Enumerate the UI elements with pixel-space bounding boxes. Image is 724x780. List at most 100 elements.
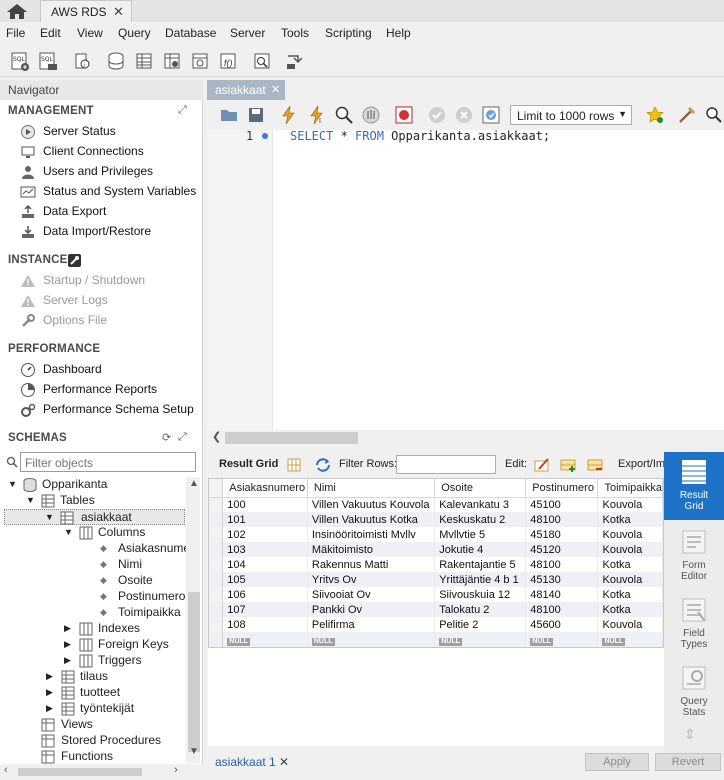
tree-node-tuotteet[interactable]: ▶ tuotteet xyxy=(46,685,186,701)
close-icon[interactable]: ✕ xyxy=(271,83,280,96)
chevron-right-icon[interactable]: ▶ xyxy=(64,639,71,650)
table-row[interactable]: 108 Pelifirma Pelitie 2 45600 Kouvola xyxy=(209,617,663,632)
scroll-up-icon[interactable]: ▲ xyxy=(189,478,199,489)
table-cell[interactable]: 45180 xyxy=(525,527,599,542)
scroll-down-icon[interactable]: ▼ xyxy=(189,746,199,757)
tree-node-functions[interactable]: Functions xyxy=(40,749,186,765)
reconnect-icon[interactable] xyxy=(284,50,304,72)
new-sql-tab-icon[interactable]: SQL xyxy=(10,50,30,72)
row-header[interactable] xyxy=(209,542,224,557)
tree-node-columns[interactable]: ▼ Columns xyxy=(64,525,184,541)
tree-node-opparikanta[interactable]: ▼ Opparikanta xyxy=(8,477,188,493)
menu-file[interactable]: File xyxy=(6,26,25,40)
row-header[interactable] xyxy=(209,602,224,617)
open-folder-icon[interactable] xyxy=(220,106,238,124)
scroll-left-icon[interactable]: ‹ xyxy=(4,764,8,776)
table-cell[interactable]: Siivooiat Ov xyxy=(307,587,436,602)
table-cell[interactable]: 107 xyxy=(222,602,308,617)
revert-button[interactable]: Revert xyxy=(655,753,721,771)
table-cell[interactable]: 48100 xyxy=(525,557,599,572)
chevron-right-icon[interactable]: ▶ xyxy=(46,687,53,698)
table-cell[interactable]: Kotka xyxy=(597,512,663,527)
chevron-right-icon[interactable]: ▶ xyxy=(46,671,53,682)
table-cell[interactable]: Mäkitoimisto xyxy=(307,542,436,557)
result-grid-label[interactable]: Result Grid xyxy=(219,458,278,470)
table-cell[interactable]: Kouvola xyxy=(597,527,663,542)
execute-current-icon[interactable]: I xyxy=(307,105,327,125)
scroll-left-icon[interactable]: ❮ xyxy=(212,430,221,443)
chevron-updown-icon[interactable]: ⇕ xyxy=(684,726,696,743)
table-cell[interactable]: 45600 xyxy=(525,617,599,632)
create-schema-icon[interactable] xyxy=(106,50,126,72)
sql-text[interactable]: SELECT * FROM Opparikanta.asiakkaat; xyxy=(290,129,550,143)
table-cell[interactable]: Kotka xyxy=(597,602,663,617)
chevron-right-icon[interactable]: ▶ xyxy=(64,655,71,666)
table-cell[interactable]: Kouvola xyxy=(597,572,663,587)
table-cell[interactable]: 45100 xyxy=(525,497,599,512)
table-cell[interactable]: Talokatu 2 xyxy=(434,602,527,617)
tree-node-triggers[interactable]: ▶ Triggers xyxy=(64,653,184,669)
table-cell[interactable]: 45130 xyxy=(525,572,599,587)
chevron-down-icon[interactable]: ▼ xyxy=(45,512,54,522)
table-cell[interactable]: 100 xyxy=(222,497,308,512)
menu-scripting[interactable]: Scripting xyxy=(325,26,372,40)
table-cell[interactable]: Jokutie 4 xyxy=(434,542,527,557)
row-header[interactable] xyxy=(209,617,224,632)
table-cell[interactable]: 108 xyxy=(222,617,308,632)
tree-node-tables[interactable]: ▼ Tables xyxy=(26,493,186,509)
execute-icon[interactable] xyxy=(279,105,299,125)
filter-objects-input[interactable] xyxy=(25,455,191,470)
expand-icon[interactable]: ⤢ xyxy=(178,431,187,444)
form-editor-side-button[interactable]: Form Editor xyxy=(664,522,724,588)
table-row[interactable]: 106 Siivooiat Ov Siivouskuia 12 48140 Kotka xyxy=(209,587,663,602)
search-table-data-icon[interactable] xyxy=(252,50,272,72)
add-snippet-icon[interactable] xyxy=(645,105,665,125)
chevron-right-icon[interactable]: ▶ xyxy=(64,623,71,634)
beautify-icon[interactable] xyxy=(677,105,697,125)
table-cell[interactable]: 48100 xyxy=(525,602,599,617)
row-header[interactable] xyxy=(209,572,224,587)
export-import-label[interactable]: Export/Import: xyxy=(618,458,664,470)
tree-column-item[interactable]: ◆ Nimi xyxy=(100,557,186,573)
tree-node-views[interactable]: Views xyxy=(40,717,186,733)
menu-database[interactable]: Database xyxy=(165,26,216,40)
apply-button[interactable]: Apply xyxy=(585,753,649,771)
table-cell[interactable]: Kouvola xyxy=(597,497,663,512)
refresh-icon[interactable] xyxy=(314,457,332,473)
chevron-down-icon[interactable]: ▼ xyxy=(26,495,35,505)
scroll-right-icon[interactable]: › xyxy=(174,764,178,776)
close-icon[interactable]: ✕ xyxy=(113,4,124,20)
tree-node-tilaus[interactable]: ▶ tilaus xyxy=(46,669,186,685)
query-stats-side-button[interactable]: Query Stats xyxy=(664,658,724,724)
chevron-right-icon[interactable]: ▶ xyxy=(46,703,53,714)
table-cell[interactable]: 48140 xyxy=(525,587,599,602)
menu-view[interactable]: View xyxy=(77,26,103,40)
table-cell[interactable]: Kotka xyxy=(597,557,663,572)
column-header[interactable]: Osoite xyxy=(434,479,527,498)
column-header[interactable]: Postinumero xyxy=(525,479,599,498)
menu-query[interactable]: Query xyxy=(118,26,151,40)
create-function-icon[interactable]: f() xyxy=(218,50,238,72)
commit-icon[interactable] xyxy=(427,105,447,125)
row-header[interactable] xyxy=(209,512,224,527)
delete-row-icon[interactable] xyxy=(586,456,604,474)
table-cell[interactable]: Insinööritoimisti Mvllv xyxy=(307,527,436,542)
create-table-icon[interactable] xyxy=(134,50,154,72)
chevron-down-icon[interactable]: ▼ xyxy=(64,527,73,537)
table-row[interactable]: 102 Insinööritoimisti Mvllv Mvllvtie 5 4518… xyxy=(209,527,663,542)
tree-hscroll-thumb[interactable] xyxy=(18,768,142,776)
tree-column-item[interactable]: ◆ Postinumero xyxy=(100,589,186,605)
result-tab[interactable]: asiakkaat 1 xyxy=(215,755,276,769)
table-cell[interactable]: Kalevankatu 3 xyxy=(434,497,527,512)
table-row[interactable]: 105 Yritvs Ov Yrittäjäntie 4 b 1 45130 Kouvo… xyxy=(209,572,663,587)
table-cell[interactable]: Pelitie 2 xyxy=(434,617,527,632)
tree-column-item[interactable]: ◆ Osoite xyxy=(100,573,186,589)
tree-column-item[interactable]: ◆ Toimipaikka xyxy=(100,605,186,621)
table-cell[interactable]: Villen Vakuutus Kotka xyxy=(307,512,436,527)
tree-node-indexes[interactable]: ▶ Indexes xyxy=(64,621,184,637)
table-cell[interactable]: Mvllvtie 5 xyxy=(434,527,527,542)
insert-row-icon[interactable] xyxy=(559,456,577,474)
tree-scroll-thumb[interactable] xyxy=(188,592,200,752)
explain-icon[interactable] xyxy=(334,105,354,125)
chevron-down-icon[interactable]: ▼ xyxy=(8,479,17,489)
